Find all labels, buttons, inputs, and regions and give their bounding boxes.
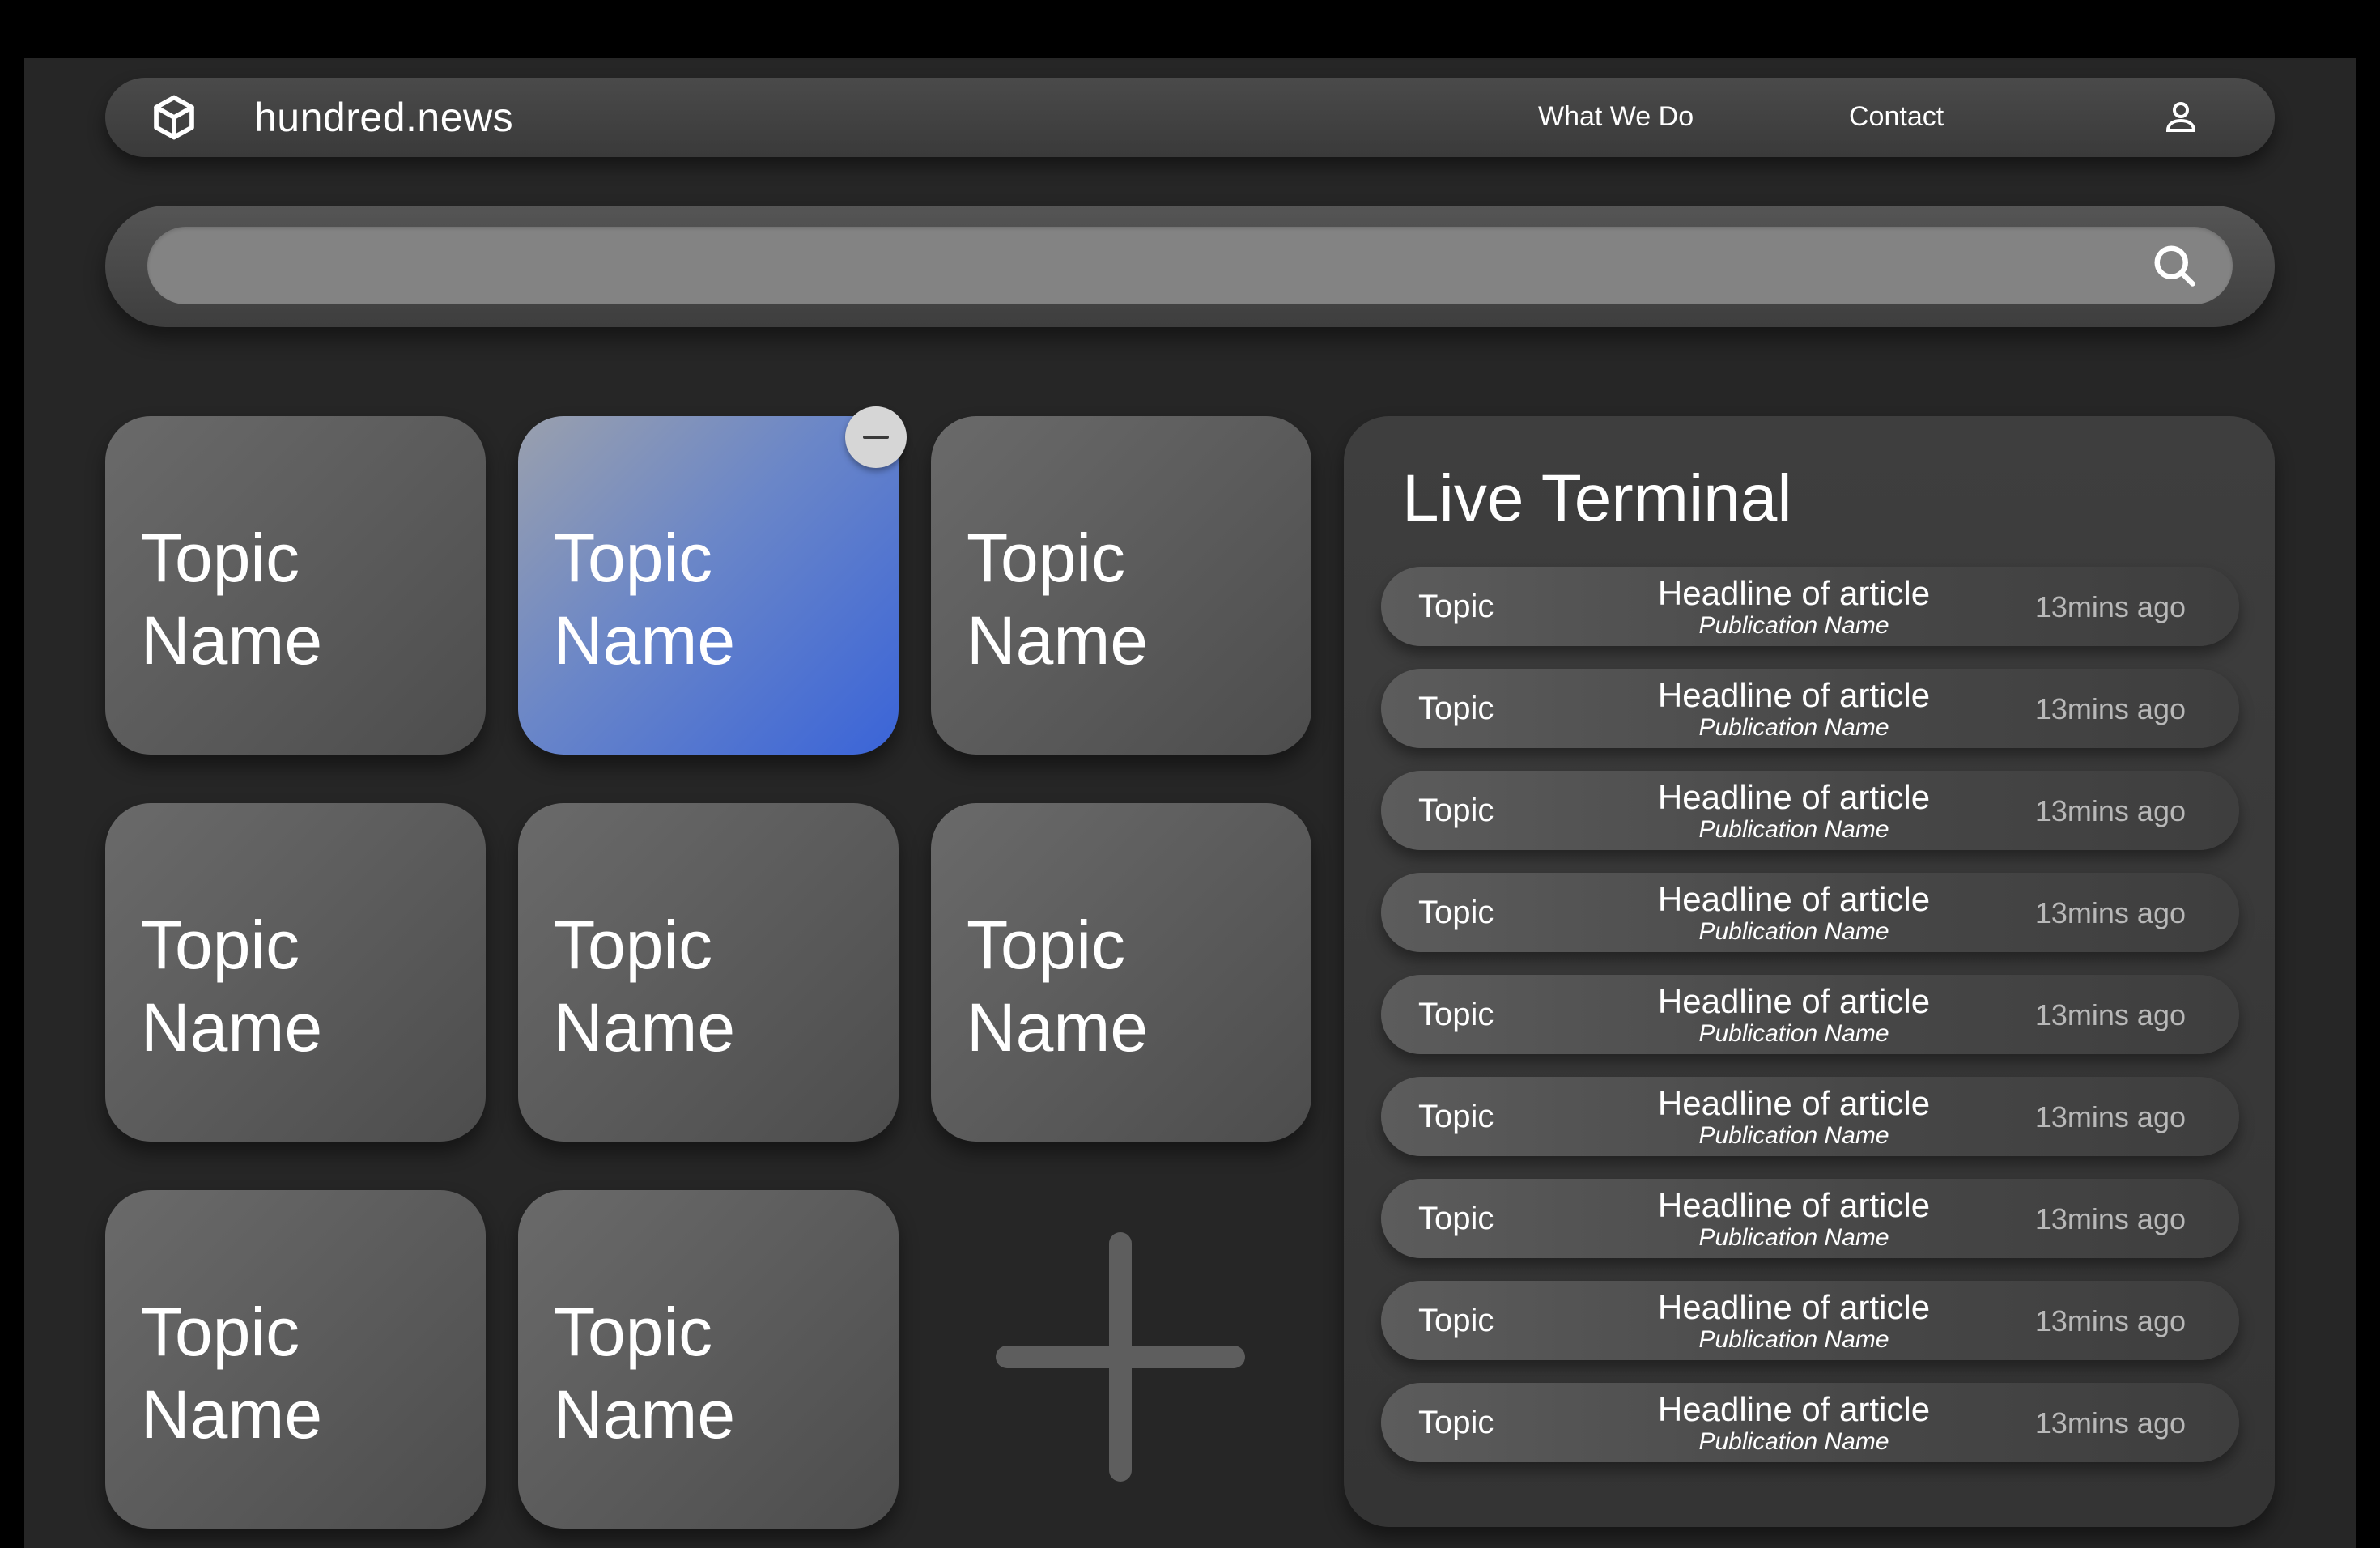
feed-item[interactable]: Topic Headline of article Publication Name… xyxy=(1381,873,2239,952)
topic-tile[interactable]: Topic Name xyxy=(931,416,1311,755)
feed-item[interactable]: Topic Headline of article Publication Name… xyxy=(1381,1077,2239,1156)
topic-tile-label: Topic Name xyxy=(967,907,1149,1065)
nav-link-contact[interactable]: Contact xyxy=(1849,99,1944,134)
remove-topic-minus-icon[interactable] xyxy=(845,406,907,468)
feed-item-time: 13mins ago xyxy=(2034,1304,2186,1337)
feed-item[interactable]: Topic Headline of article Publication Name… xyxy=(1381,669,2239,748)
search-input[interactable] xyxy=(147,227,2233,304)
topic-tile[interactable]: Topic Name xyxy=(105,416,486,755)
topic-tile-label: Topic Name xyxy=(141,1294,323,1452)
feed-item-time: 13mins ago xyxy=(2034,1100,2186,1133)
topic-tile-label: Topic Name xyxy=(554,520,736,678)
feed-item-headline: Headline of article xyxy=(1657,574,1931,612)
feed-item-publication: Publication Name xyxy=(1698,1326,1889,1353)
search-bar xyxy=(105,206,2275,327)
brand-name[interactable]: hundred.news xyxy=(254,94,513,141)
feed-item[interactable]: Topic Headline of article Publication Name… xyxy=(1381,1383,2239,1462)
feed-item[interactable]: Topic Headline of article Publication Name… xyxy=(1381,1179,2239,1258)
feed-item-time: 13mins ago xyxy=(2034,794,2186,827)
feed-item-headline: Headline of article xyxy=(1657,676,1931,714)
live-terminal-panel: Live Terminal Topic Headline of article Pu… xyxy=(1344,416,2275,1527)
feed-item-topic: Topic xyxy=(1418,1099,1494,1134)
feed-item-headline: Headline of article xyxy=(1657,778,1931,816)
feed-item-publication: Publication Name xyxy=(1698,714,1889,741)
topic-tile-label: Topic Name xyxy=(141,520,323,678)
feed-item-time: 13mins ago xyxy=(2034,1406,2186,1440)
search-icon[interactable] xyxy=(2150,241,2199,290)
feed-item-headline: Headline of article xyxy=(1657,1390,1931,1428)
feed-item-publication: Publication Name xyxy=(1698,918,1889,945)
topic-tile-label: Topic Name xyxy=(554,907,736,1065)
topic-tile[interactable]: Topic Name xyxy=(518,1190,899,1529)
cube-icon[interactable] xyxy=(149,92,199,142)
feed-item-headline: Headline of article xyxy=(1657,1084,1931,1122)
feed-item-topic: Topic xyxy=(1418,589,1494,624)
live-terminal-title: Live Terminal xyxy=(1402,461,1792,535)
topic-tile-label: Topic Name xyxy=(967,520,1149,678)
feed-item-publication: Publication Name xyxy=(1698,816,1889,843)
user-icon[interactable] xyxy=(2161,97,2200,136)
topic-tile[interactable]: Topic Name xyxy=(518,416,899,755)
feed-item-publication: Publication Name xyxy=(1698,612,1889,639)
nav-link-what-we-do[interactable]: What We Do xyxy=(1538,99,1694,134)
feed-item[interactable]: Topic Headline of article Publication Name… xyxy=(1381,771,2239,850)
feed-item-headline: Headline of article xyxy=(1657,1288,1931,1326)
feed-item-headline: Headline of article xyxy=(1657,982,1931,1020)
feed-item-headline: Headline of article xyxy=(1657,880,1931,918)
feed-item-time: 13mins ago xyxy=(2034,1202,2186,1235)
feed-item-publication: Publication Name xyxy=(1698,1020,1889,1047)
feed-item-time: 13mins ago xyxy=(2034,896,2186,929)
feed-item-topic: Topic xyxy=(1418,793,1494,828)
feed-item-time: 13mins ago xyxy=(2034,590,2186,623)
feed-item[interactable]: Topic Headline of article Publication Name… xyxy=(1381,567,2239,646)
topic-tile[interactable]: Topic Name xyxy=(105,803,486,1142)
feed-item-topic: Topic xyxy=(1418,895,1494,930)
topic-tile-label: Topic Name xyxy=(554,1294,736,1452)
feed-item-time: 13mins ago xyxy=(2034,692,2186,725)
feed-item-topic: Topic xyxy=(1418,997,1494,1032)
top-navbar: hundred.news What We Do Contact xyxy=(105,78,2275,157)
feed-item-publication: Publication Name xyxy=(1698,1224,1889,1251)
topic-tile-label: Topic Name xyxy=(141,907,323,1065)
feed-item-topic: Topic xyxy=(1418,691,1494,726)
add-topic-plus-icon[interactable] xyxy=(996,1232,1245,1482)
topic-tile[interactable]: Topic Name xyxy=(518,803,899,1142)
feed-item-topic: Topic xyxy=(1418,1405,1494,1440)
feed-item[interactable]: Topic Headline of article Publication Name… xyxy=(1381,975,2239,1054)
feed-item-topic: Topic xyxy=(1418,1201,1494,1236)
feed-item-publication: Publication Name xyxy=(1698,1122,1889,1149)
feed-item-time: 13mins ago xyxy=(2034,998,2186,1031)
feed-item-topic: Topic xyxy=(1418,1303,1494,1338)
topic-tile[interactable]: Topic Name xyxy=(105,1190,486,1529)
feed-item[interactable]: Topic Headline of article Publication Name… xyxy=(1381,1281,2239,1360)
feed-item-headline: Headline of article xyxy=(1657,1186,1931,1224)
topic-tile[interactable]: Topic Name xyxy=(931,803,1311,1142)
feed-item-publication: Publication Name xyxy=(1698,1428,1889,1455)
